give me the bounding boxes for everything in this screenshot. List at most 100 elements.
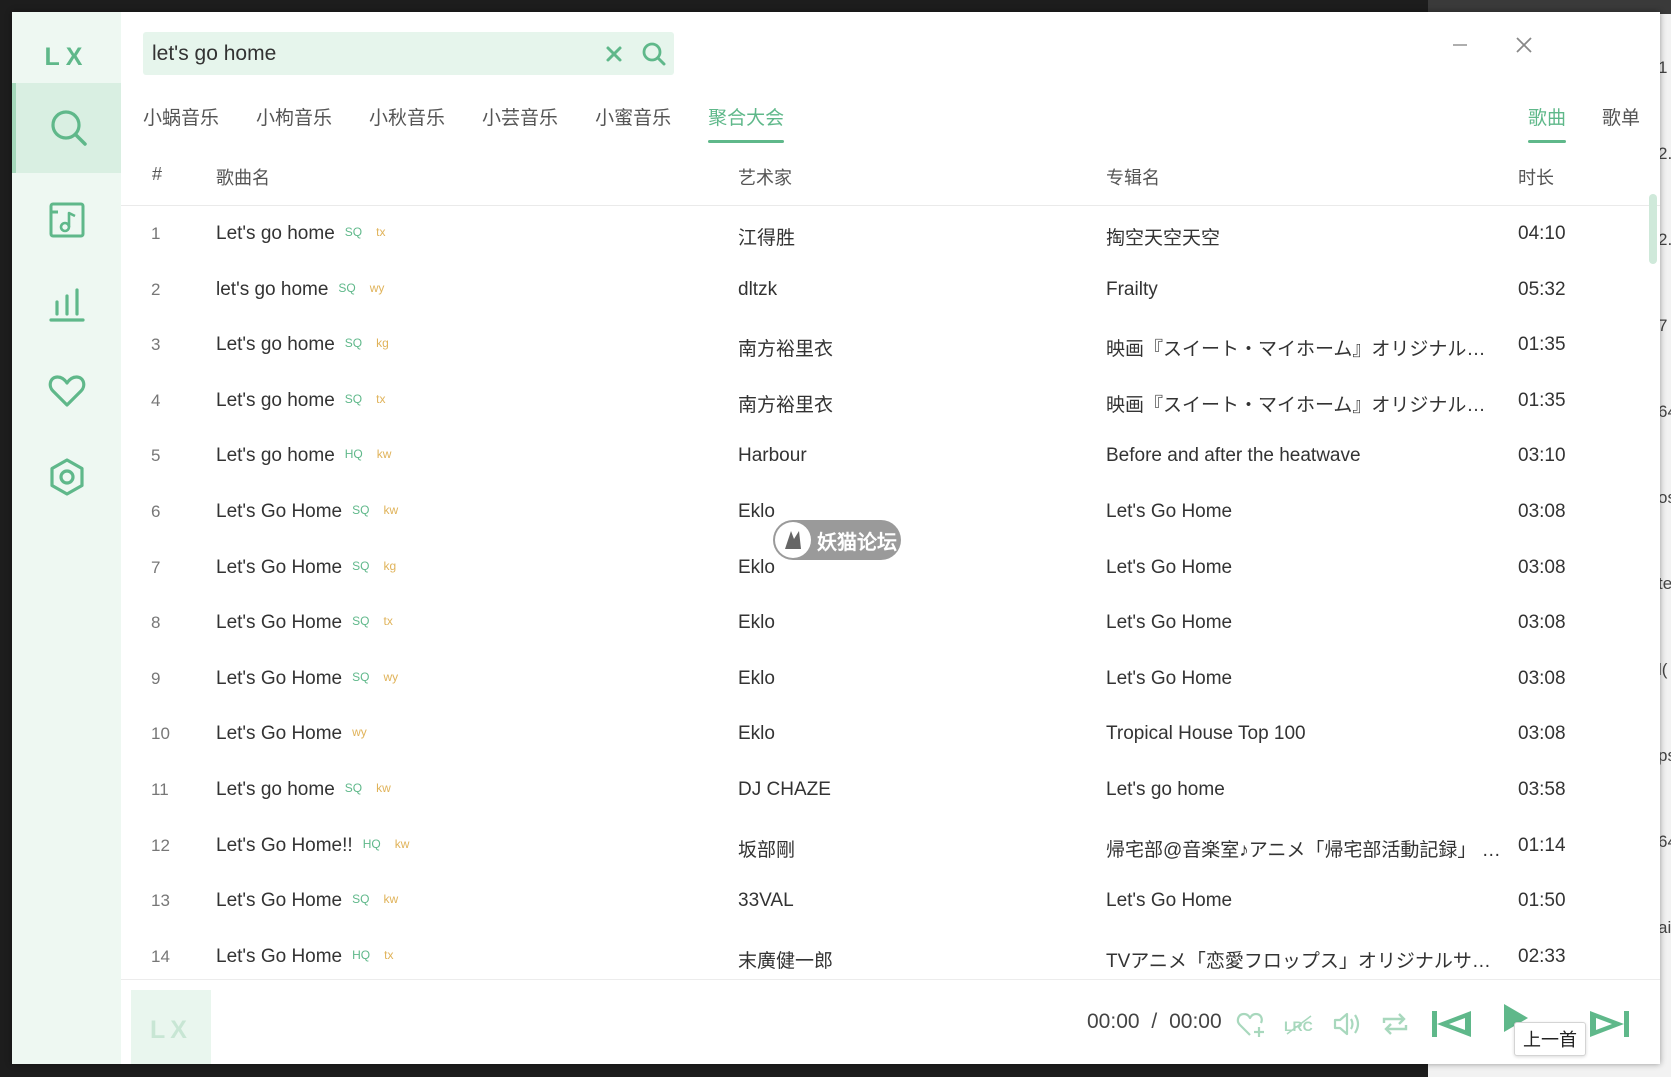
row-number: 1 <box>151 224 161 243</box>
album: 掏空天空天空 <box>1106 228 1221 249</box>
close-icon <box>1516 37 1532 53</box>
row-number: 7 <box>151 557 161 577</box>
watermark: 妖猫论坛 <box>773 520 901 560</box>
nav-leaderboard[interactable] <box>12 260 121 350</box>
lyrics-button[interactable]: LRC <box>1281 1006 1317 1042</box>
volume-icon <box>1333 1012 1360 1036</box>
artist: Eklo <box>738 723 775 745</box>
tab-source-2[interactable]: 小枸音乐 <box>256 101 332 145</box>
header-num: # <box>152 164 163 184</box>
cover-art[interactable]: LX <box>131 990 211 1064</box>
search-icon <box>50 110 87 146</box>
artist: DJ CHAZE <box>738 778 831 800</box>
song-name: Let's Go Home <box>216 890 343 912</box>
header-duration: 时长 <box>1518 168 1554 188</box>
duration: 03:10 <box>1518 445 1566 467</box>
heart-icon <box>48 375 85 407</box>
song-name: Let's go home <box>216 334 335 356</box>
quality-badge: SQ <box>338 280 356 295</box>
close-window-button[interactable] <box>1506 30 1542 60</box>
app-logo: LX <box>44 43 89 71</box>
table-row[interactable]: 5 Let's go home HQ kw Harbour Before and afte… <box>121 429 1660 485</box>
time-total: 00:00 <box>1169 1010 1222 1033</box>
nav-favorites[interactable] <box>12 346 121 436</box>
song-name-cell: Let's go home SQ kw <box>216 779 391 801</box>
row-number: 13 <box>151 891 170 911</box>
source-badge: wy <box>352 725 367 740</box>
artist: 坂部剛 <box>738 839 796 861</box>
repeat-mode-button[interactable] <box>1377 1006 1413 1042</box>
quality-badge: SQ <box>352 502 370 517</box>
next-track-button[interactable] <box>1586 1006 1630 1042</box>
play-time: 00:00 / 00:00 <box>1087 1010 1222 1034</box>
table-row[interactable]: 3 Let's go home SQ kg 南方裕里衣 映画『スイート・マイホーム』オリジ… <box>121 318 1660 374</box>
song-name-cell: Let's Go Home SQ kg <box>216 557 396 579</box>
row-number: 14 <box>151 946 170 966</box>
quality-badge: SQ <box>352 614 370 629</box>
source-badge: kw <box>376 780 391 795</box>
table-row[interactable]: 2 let's go home SQ wy dltzk Frailty 05:32 <box>121 263 1660 319</box>
nav-settings[interactable] <box>12 432 121 522</box>
album: Before and after the heatwave <box>1106 445 1361 467</box>
table-row[interactable]: 13 Let's Go Home SQ kw 33VAL Let's Go Home 01:… <box>121 874 1660 930</box>
quality-badge: HQ <box>362 836 381 851</box>
search-button[interactable] <box>634 32 674 75</box>
table-row[interactable]: 4 Let's go home SQ tx 南方裕里衣 映画『スイート・マイホーム』オリジ… <box>121 374 1660 430</box>
artist: Eklo <box>738 612 775 634</box>
duration: 01:35 <box>1518 334 1566 356</box>
song-name-cell: Let's Go Home SQ tx <box>216 612 393 634</box>
source-badge: kg <box>376 336 389 351</box>
quality-badge: SQ <box>352 558 370 573</box>
header-artist: 艺术家 <box>738 168 792 188</box>
album: TVアニメ「恋愛フロップス」オリジナルサウ... <box>1106 950 1501 972</box>
song-name-cell: Let's Go Home HQ tx <box>216 946 393 968</box>
song-name-cell: Let's Go Home SQ kw <box>216 890 398 912</box>
nav-my-list[interactable] <box>12 174 121 264</box>
album: 帰宅部@音楽室♪アニメ「帰宅部活動記録」 キ... <box>1106 839 1501 861</box>
table-row[interactable]: 9 Let's Go Home SQ wy Eklo Let's Go Home 03:08 <box>121 652 1660 708</box>
artist: 33VAL <box>738 890 794 912</box>
minimize-button[interactable] <box>1442 30 1478 60</box>
watermark-logo-icon <box>775 522 811 558</box>
skip-next-icon <box>1590 1011 1629 1037</box>
row-number: 10 <box>151 724 170 744</box>
app-window: LX let's go home 小蜗音乐 小枸音乐 小秋音乐 小芸音乐 小蜜音… <box>12 12 1660 1064</box>
add-to-list-button[interactable] <box>1233 1006 1269 1042</box>
artist: Eklo <box>738 556 775 578</box>
song-name-cell: let's go home SQ wy <box>216 279 384 301</box>
table-row[interactable]: 8 Let's Go Home SQ tx Eklo Let's Go Home 03:08 <box>121 596 1660 652</box>
song-name-cell: Let's go home SQ tx <box>216 223 385 245</box>
table-row[interactable]: 10 Let's Go Home wy Eklo Tropical House Top … <box>121 707 1660 763</box>
song-name: Let's Go Home <box>216 723 343 745</box>
row-number: 4 <box>151 390 161 410</box>
table-row[interactable]: 1 Let's go home SQ tx 江得胜 掏空天空天空 04:10 <box>121 207 1660 263</box>
search-input[interactable] <box>143 41 594 66</box>
nav-search[interactable] <box>12 83 121 173</box>
table-row[interactable]: 14 Let's Go Home HQ tx 末廣健一郎 TVアニメ「恋愛フロップス」オリ… <box>121 930 1660 979</box>
previous-track-button[interactable] <box>1431 1006 1475 1042</box>
source-badge: kw <box>383 892 399 907</box>
song-name-cell: Let's go home HQ kw <box>216 445 391 467</box>
row-number: 3 <box>151 335 161 355</box>
duration: 01:50 <box>1518 890 1566 912</box>
tab-source-5[interactable]: 小蜜音乐 <box>595 101 671 145</box>
tab-source-4[interactable]: 小芸音乐 <box>482 101 558 145</box>
tab-songs[interactable]: 歌曲 <box>1527 101 1566 145</box>
table-row[interactable]: 11 Let's go home SQ kw DJ CHAZE Let's go home… <box>121 763 1660 819</box>
table-row[interactable]: 12 Let's Go Home!! HQ kw 坂部剛 帰宅部@音楽室♪アニメ「帰宅部活… <box>121 819 1660 875</box>
tab-source-1[interactable]: 小蜗音乐 <box>143 101 219 145</box>
clear-search-button[interactable] <box>594 32 634 75</box>
row-number: 9 <box>151 668 161 688</box>
tab-source-6[interactable]: 聚合大会 <box>708 101 785 145</box>
tooltip: 上一首 <box>1514 1022 1586 1056</box>
source-tabs: 小蜗音乐 小枸音乐 小秋音乐 小芸音乐 小蜜音乐 聚合大会 <box>143 101 821 145</box>
tab-source-3[interactable]: 小秋音乐 <box>369 101 445 145</box>
duration: 03:08 <box>1518 612 1566 634</box>
scrollbar[interactable] <box>1649 194 1657 264</box>
quality-badge: SQ <box>352 892 370 907</box>
song-name: Let's go home <box>216 389 335 411</box>
source-badge: kg <box>383 558 397 573</box>
artist: 江得胜 <box>738 228 796 249</box>
tab-playlists[interactable]: 歌单 <box>1602 101 1640 145</box>
volume-button[interactable] <box>1329 1006 1365 1042</box>
